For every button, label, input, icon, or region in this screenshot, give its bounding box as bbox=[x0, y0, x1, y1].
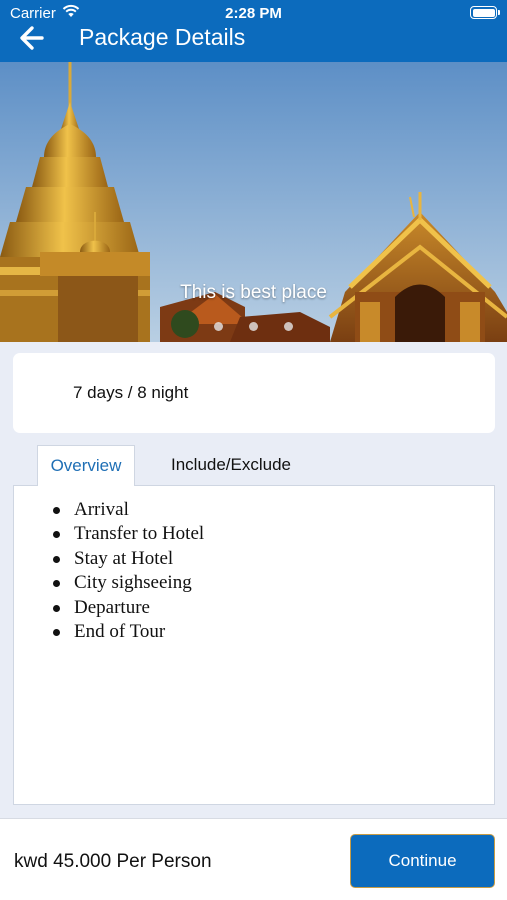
page-title: Package Details bbox=[79, 24, 246, 50]
duration-card: 7 days / 8 night bbox=[13, 353, 495, 433]
list-item-text: City sighseeing bbox=[74, 572, 192, 594]
tab-overview[interactable]: Overview bbox=[37, 445, 135, 486]
list-item: Arrival bbox=[53, 498, 204, 522]
carousel-dot[interactable] bbox=[249, 322, 258, 331]
bullet-icon bbox=[53, 580, 60, 588]
arrow-left-icon bbox=[20, 26, 44, 50]
list-item: Stay at Hotel bbox=[53, 547, 204, 571]
back-button[interactable] bbox=[14, 20, 50, 56]
carousel-dots bbox=[0, 318, 507, 336]
list-item: End of Tour bbox=[53, 620, 204, 644]
continue-button[interactable]: Continue bbox=[350, 834, 495, 888]
carousel-dot[interactable] bbox=[284, 322, 294, 331]
itinerary-list: Arrival Transfer to Hotel Stay at Hotel … bbox=[53, 498, 205, 644]
app-header: Carrier 2:28 PM Package Details bbox=[0, 0, 507, 62]
list-item: Departure bbox=[53, 596, 204, 620]
list-item: Transfer to Hotel bbox=[53, 522, 205, 546]
bullet-icon bbox=[53, 628, 60, 636]
carousel-dot[interactable] bbox=[213, 322, 223, 331]
bullet-icon bbox=[53, 555, 60, 563]
nav-bar: Package Details bbox=[0, 18, 507, 58]
list-item-text: Stay at Hotel bbox=[74, 547, 174, 569]
tab-include-exclude[interactable]: Include/Exclude bbox=[136, 445, 326, 486]
bullet-icon bbox=[53, 531, 60, 539]
bullet-icon bbox=[53, 507, 60, 514]
list-item-text: End of Tour bbox=[74, 620, 166, 642]
footer-bar: kwd 45.000 Per Person Continue bbox=[0, 818, 507, 900]
overview-panel: Arrival Transfer to Hotel Stay at Hotel … bbox=[13, 485, 495, 805]
list-item-text: Transfer to Hotel bbox=[74, 523, 205, 545]
hero-carousel[interactable]: This is best place bbox=[0, 62, 507, 342]
bullet-icon bbox=[53, 604, 60, 612]
price-label: kwd 45.000 Per Person bbox=[14, 851, 212, 872]
list-item: City sighseeing bbox=[53, 571, 204, 595]
list-item-text: Arrival bbox=[74, 499, 129, 520]
hero-caption: This is best place bbox=[180, 282, 327, 303]
package-duration: 7 days / 8 night bbox=[73, 383, 189, 402]
list-item-text: Departure bbox=[74, 596, 150, 618]
